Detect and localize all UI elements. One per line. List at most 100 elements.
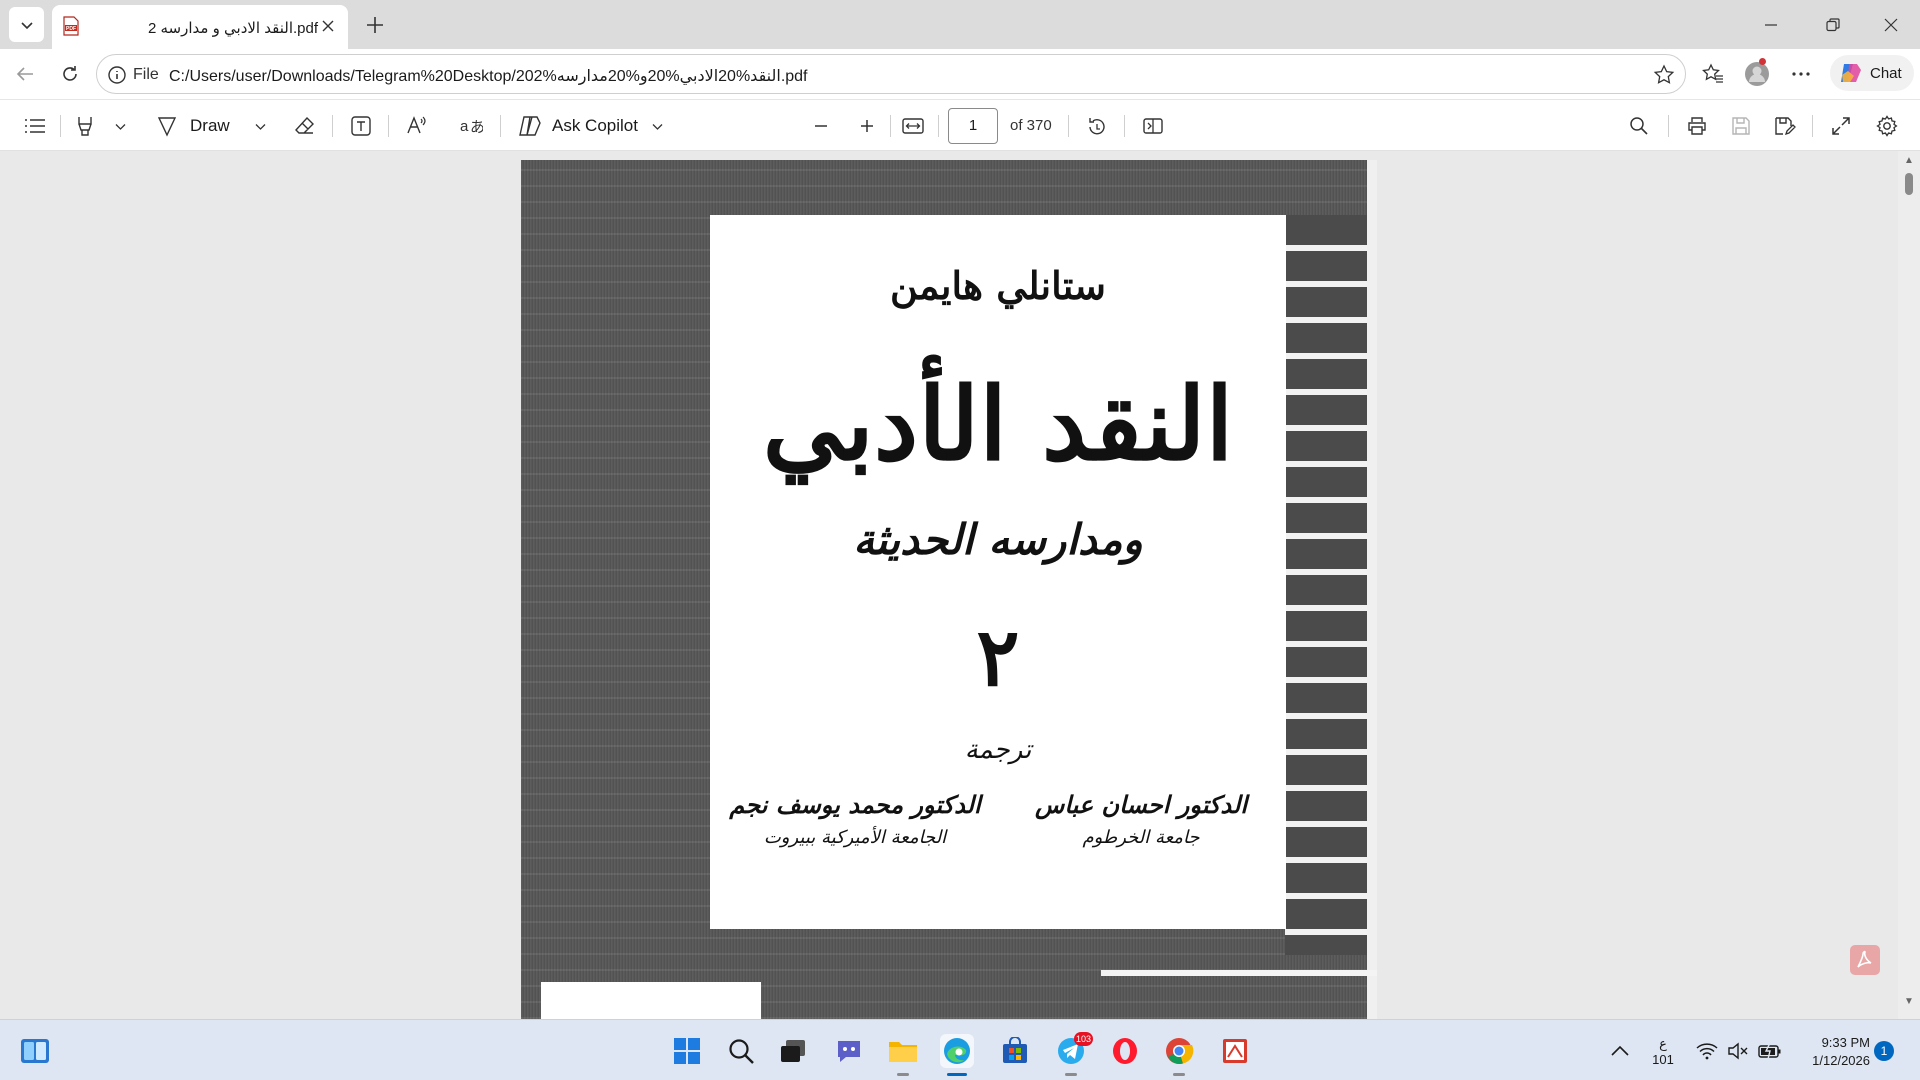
wifi-icon [1696,1043,1718,1060]
search-button[interactable] [724,1034,758,1068]
ask-copilot-button[interactable]: Ask Copilot [518,112,672,140]
highlighter-icon [78,117,92,136]
toolbar-divider [388,115,389,137]
scrollbar-thumb[interactable] [1905,173,1913,195]
store-button[interactable] [998,1034,1032,1068]
search-icon [1630,117,1648,135]
contents-button[interactable] [20,112,50,140]
close-tab-button[interactable] [316,14,340,38]
translation-label: ترجمة [964,735,1032,765]
toolbar-divider [890,115,891,137]
show-hidden-icons-button[interactable] [1603,1034,1637,1068]
refresh-button[interactable] [55,59,85,89]
notification-count-badge[interactable]: 1 [1874,1041,1894,1061]
zoom-in-button[interactable] [852,112,882,140]
acrobat-icon[interactable] [1850,945,1880,975]
info-icon[interactable] [107,65,127,85]
settings-and-more-button[interactable] [1786,59,1816,89]
close-icon [1884,18,1898,32]
page-view-button[interactable] [1138,112,1168,140]
zoom-out-button[interactable] [806,112,836,140]
clock-button[interactable]: 9:33 PM 1/12/2026 [1796,1034,1870,1068]
fit-to-width-button[interactable] [898,112,928,140]
add-text-button[interactable] [346,112,376,140]
task-view-button[interactable] [776,1034,810,1068]
windows-logo-icon [674,1038,700,1064]
minimize-button[interactable] [1756,10,1786,40]
scanned-page-line [1101,970,1377,976]
erase-button[interactable] [290,112,320,140]
widgets-button[interactable] [18,1034,52,1068]
copilot-outline-icon [519,116,541,136]
close-window-button[interactable] [1876,10,1906,40]
url-text[interactable]: C:/Users/user/Downloads/Telegram%20Deskt… [169,66,808,86]
pdf-viewport[interactable]: ستانلي هايمن النقد الأدبي ومدارسه الحديث… [0,151,1920,1019]
highlight-button[interactable] [72,112,98,140]
ime-sub-label: 101 [1652,1051,1674,1067]
chevron-down-icon [115,123,125,130]
edge-button[interactable] [940,1034,974,1076]
quick-settings-button[interactable] [1692,1034,1786,1068]
scanned-page-edge [1285,215,1367,955]
new-tab-button[interactable] [362,12,388,38]
toolbar-divider [60,115,61,137]
save-button[interactable] [1726,112,1756,140]
rotate-button[interactable] [1082,112,1112,140]
chevron-down-icon [20,21,33,29]
fit-width-icon [902,118,924,134]
chrome-button[interactable] [1162,1034,1196,1076]
address-input[interactable]: File C:/Users/user/Downloads/Telegram%20… [96,54,1686,94]
find-button[interactable] [1624,112,1654,140]
profile-button[interactable] [1742,59,1772,89]
printer-icon [1688,117,1706,135]
toolbar-divider [332,115,333,137]
save-as-button[interactable] [1770,112,1800,140]
folder-icon [889,1042,917,1062]
toolbar-divider [1124,115,1125,137]
toolbar-divider [1812,115,1813,137]
book-subtitle: ومدارسه الحديثة [853,515,1143,564]
translator-1: الدكتور احسان عباس جامعة الخرطوم [996,790,1286,848]
pdf-page: ستانلي هايمن النقد الأدبي ومدارسه الحديث… [521,160,1377,1019]
draw-options-dropdown[interactable] [250,112,270,140]
teams-chat-button[interactable] [832,1034,866,1068]
tab-actions-menu-button[interactable] [9,7,44,42]
battery-charging-icon [1757,1042,1781,1060]
pdf-toolbar: Draw aあ Ask Copilot 1 of 370 [0,99,1920,151]
print-button[interactable] [1682,112,1712,140]
file-explorer-button[interactable] [886,1034,920,1076]
restore-button[interactable] [1818,10,1848,40]
opera-button[interactable] [1108,1034,1142,1068]
vertical-scrollbar[interactable]: ▲ ▼ [1898,151,1920,1019]
minus-icon [815,125,827,127]
start-button[interactable] [670,1034,704,1068]
telegram-button[interactable]: 103 [1054,1032,1094,1076]
chat-bubble-icon [838,1041,860,1062]
favorite-star-icon[interactable] [1653,64,1675,86]
favorites-button[interactable] [1698,59,1728,89]
translator-1-affiliation: جامعة الخرطوم [1082,827,1200,848]
expand-icon [1832,117,1850,135]
page-number-input[interactable]: 1 [948,108,998,144]
active-tab[interactable]: PDF النقد الادبي و مدارسه 2.pdf [52,5,348,49]
running-indicator [1173,1073,1185,1076]
chevron-down-icon [652,123,663,130]
highlight-options-dropdown[interactable] [110,112,130,140]
copilot-chat-button[interactable]: Chat [1830,55,1914,91]
scanned-page-label-box [541,982,761,1019]
draw-button[interactable]: Draw [156,112,244,140]
close-icon [322,20,334,32]
back-button[interactable] [10,59,40,89]
refresh-icon [63,66,77,81]
input-language-button[interactable]: ع 101 [1646,1034,1680,1068]
address-bar-row: File C:/Users/user/Downloads/Telegram%20… [0,49,1920,99]
back-arrow-icon [16,67,33,81]
toolbar-divider [500,115,501,137]
scroll-down-arrow[interactable]: ▼ [1904,996,1914,1007]
scroll-up-arrow[interactable]: ▲ [1904,155,1914,166]
pdf-settings-button[interactable] [1872,112,1902,140]
translate-button[interactable]: aあ [456,112,486,140]
full-screen-button[interactable] [1826,112,1856,140]
pdf-app-button[interactable] [1218,1034,1252,1068]
read-aloud-button[interactable] [402,112,432,140]
